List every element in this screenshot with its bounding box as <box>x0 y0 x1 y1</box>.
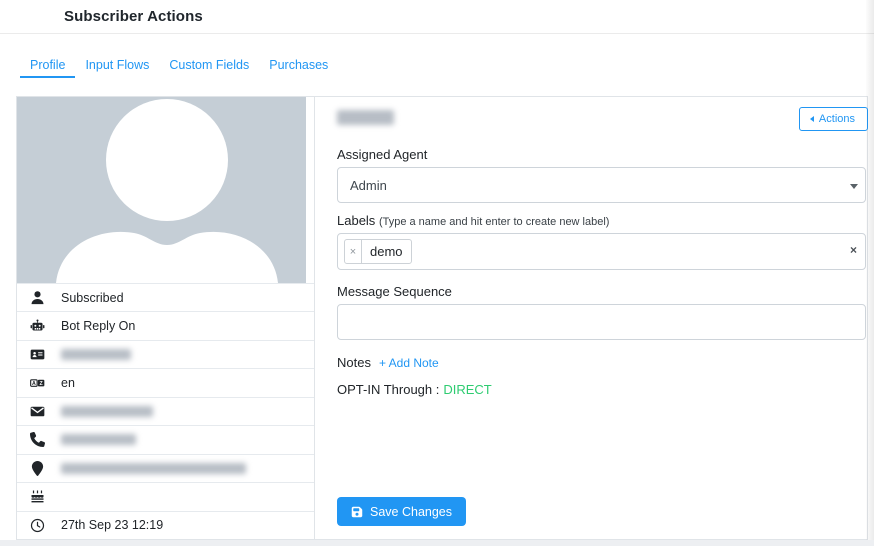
actions-button[interactable]: Actions <box>799 107 868 131</box>
detail-row-email <box>17 397 314 425</box>
notes-label: Notes <box>337 355 371 370</box>
detail-text: Bot Reply On <box>61 319 135 333</box>
location-pin-icon <box>29 460 45 476</box>
assigned-agent-select[interactable]: Admin <box>337 167 866 203</box>
tab-purchases[interactable]: Purchases <box>259 50 338 78</box>
detail-text: Subscribed <box>61 291 124 305</box>
detail-list: Subscribed Bot Rep <box>17 283 314 539</box>
detail-row-status: Subscribed <box>17 283 314 311</box>
save-icon <box>351 506 363 518</box>
chevron-down-icon <box>850 184 858 189</box>
page-edge-shadow <box>866 0 874 546</box>
assigned-agent-label: Assigned Agent <box>337 147 427 163</box>
phone-icon <box>29 432 45 448</box>
modal-header: Subscriber Actions <box>0 0 874 34</box>
user-icon <box>29 290 45 306</box>
assigned-agent-value: Admin <box>350 178 387 193</box>
labels-hint: (Type a name and hit enter to create new… <box>379 216 610 228</box>
detail-row-id <box>17 340 314 368</box>
detail-row-language: A Z en <box>17 368 314 396</box>
birthday-cake-icon <box>29 489 45 505</box>
redacted-email-text <box>61 406 153 417</box>
save-changes-button[interactable]: Save Changes <box>337 497 466 526</box>
tab-custom-fields[interactable]: Custom Fields <box>159 50 259 78</box>
redacted-location-text <box>61 463 246 474</box>
notes-row: Notes + Add Note <box>337 355 439 370</box>
detail-row-bot-reply: Bot Reply On <box>17 311 314 339</box>
profile-panel: Subscribed Bot Rep <box>17 97 315 539</box>
save-button-label: Save Changes <box>370 505 452 519</box>
svg-text:A: A <box>31 380 35 386</box>
tab-input-flows[interactable]: Input Flows <box>75 50 159 78</box>
chip-remove-button[interactable]: × <box>345 240 362 263</box>
clear-labels-button[interactable]: × <box>850 243 857 257</box>
page-edge-background <box>0 540 874 546</box>
optin-label: OPT-IN Through : <box>337 382 439 397</box>
detail-row-phone <box>17 425 314 453</box>
language-icon: A Z <box>29 375 45 391</box>
labels-label: Labels (Type a name and hit enter to cre… <box>337 212 609 231</box>
page-title: Subscriber Actions <box>64 8 203 25</box>
chip-label: demo <box>362 240 411 263</box>
labels-label-text: Labels <box>337 213 375 228</box>
avatar <box>17 97 306 283</box>
detail-row-subscribed-date: 27th Sep 23 12:19 <box>17 511 314 539</box>
subscriber-name-row: Actions <box>337 107 866 133</box>
subscriber-actions-modal: Subscriber Actions Profile Input Flows C… <box>0 0 874 540</box>
envelope-icon <box>29 403 45 419</box>
optin-value: DIRECT <box>443 382 491 397</box>
redacted-id-text <box>61 349 131 360</box>
detail-text: 27th Sep 23 12:19 <box>61 518 163 532</box>
detail-row-location <box>17 454 314 482</box>
person-placeholder-image <box>17 97 306 283</box>
profile-form: Actions Assigned Agent Admin Labels (Typ… <box>315 97 867 539</box>
optin-through: OPT-IN Through : DIRECT <box>337 382 492 397</box>
actions-button-label: Actions <box>819 113 855 125</box>
add-note-link[interactable]: + Add Note <box>379 356 439 370</box>
clock-icon <box>29 517 45 533</box>
tab-profile[interactable]: Profile <box>20 50 75 78</box>
caret-left-icon <box>810 116 814 122</box>
tab-bar: Profile Input Flows Custom Fields Purcha… <box>0 34 874 78</box>
redacted-phone-text <box>61 434 136 445</box>
redacted-subscriber-name <box>337 110 394 125</box>
robot-icon <box>29 318 45 334</box>
label-chip: × demo <box>344 239 412 264</box>
detail-text: en <box>61 376 75 390</box>
message-sequence-label: Message Sequence <box>337 284 452 300</box>
id-card-icon <box>29 347 45 363</box>
labels-input[interactable]: × demo × <box>337 233 866 270</box>
detail-row-birthday <box>17 482 314 510</box>
message-sequence-input[interactable] <box>337 304 866 340</box>
content-card: Subscribed Bot Rep <box>16 96 868 540</box>
